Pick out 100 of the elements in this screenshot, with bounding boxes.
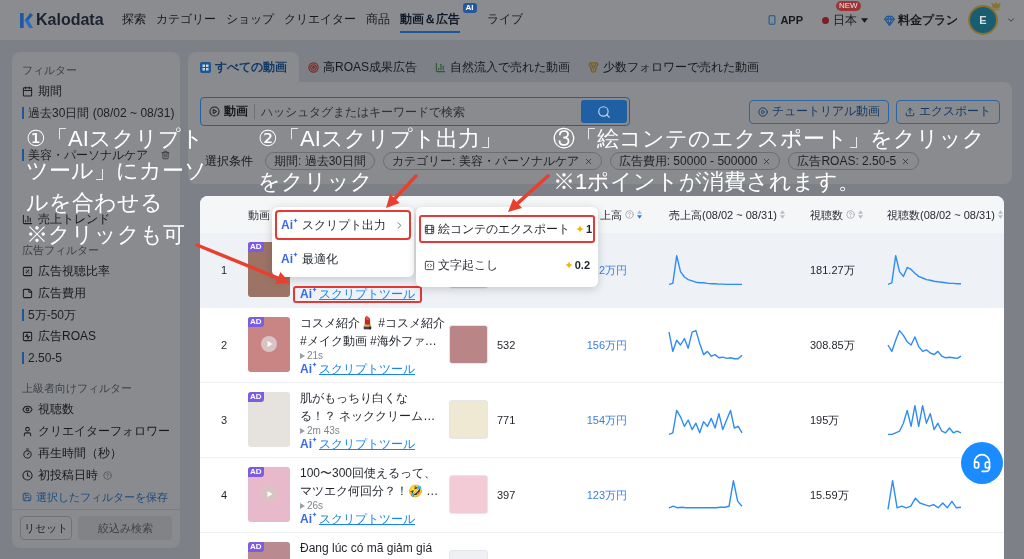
sales-amount: 156万円: [586, 339, 627, 351]
reset-button[interactable]: リセット: [20, 516, 72, 540]
play-icon: [300, 502, 305, 509]
search-icon: [597, 104, 611, 119]
column-header[interactable]: 売上高(08/02 ~ 08/31): [669, 208, 777, 221]
bar-chart-icon: [435, 61, 446, 73]
script-tool-link[interactable]: Ai スクリプトツール: [293, 361, 422, 378]
ai-mark: Ai: [300, 513, 312, 526]
video-thumbnail-placeholder[interactable]: AD: [248, 392, 290, 447]
video-duration: 21s: [307, 350, 324, 361]
video-title[interactable]: 100〜300回使えるって、 マツエク何回分？！🤣 …: [300, 464, 446, 500]
column-header[interactable]: 視聴数(08/02 ~ 08/31): [887, 208, 995, 221]
video-thumbnail-placeholder[interactable]: AD: [248, 542, 290, 559]
chevron-down-icon[interactable]: [1006, 15, 1016, 25]
column-header[interactable]: 視聴数: [810, 208, 843, 221]
filter-label[interactable]: 期間: [38, 85, 62, 97]
filter-label[interactable]: 売上トレンド: [38, 213, 110, 225]
nav-link[interactable]: カテゴリー: [155, 7, 216, 33]
tutorial-video-button[interactable]: チュートリアル動画: [749, 99, 889, 124]
region-selector[interactable]: 日本: [822, 13, 868, 27]
sort-icon[interactable]: [779, 210, 785, 219]
nav-link[interactable]: ショップ: [225, 7, 274, 33]
play-icon: [300, 352, 305, 359]
view-count: 308.85万: [810, 339, 855, 351]
sort-icon[interactable]: [637, 210, 642, 219]
video-duration: 2m 43s: [307, 425, 340, 436]
filter-label[interactable]: 広告視聴比率: [38, 265, 110, 277]
menu-item[interactable]: 文字起こし 0.2: [419, 251, 595, 279]
annotation-text: ルを合わせる: [26, 193, 163, 213]
annotation-note: ※クリックも可: [26, 225, 185, 245]
video-title[interactable]: コスメ紹介💄 #コスメ紹介 #メイク動画 #海外ファ…: [300, 314, 446, 350]
nav-link[interactable]: 商品: [365, 7, 390, 33]
ai-mark: Ai: [281, 252, 293, 266]
close-icon[interactable]: [762, 156, 772, 166]
filter-label[interactable]: 広告ROAS: [38, 330, 96, 342]
filter-label[interactable]: 再生時間（秒）: [38, 447, 122, 459]
filter-label[interactable]: 広告費用: [38, 287, 86, 299]
pointer-arrow: [506, 174, 550, 214]
play-button-icon[interactable]: [261, 336, 277, 352]
annotation-text: ①「AIスクリプト: [26, 129, 204, 149]
logo-text: Kalodata: [36, 11, 104, 29]
tab[interactable]: 自然流入で売れた動画: [426, 52, 579, 82]
tab[interactable]: 高ROAS成果広告: [299, 52, 426, 82]
video-title[interactable]: Đang lúc có mã giảm giá: [300, 539, 446, 559]
menu-item[interactable]: 絵コンテのエクスポート 1: [419, 215, 595, 243]
tab[interactable]: すべての動画: [188, 52, 299, 82]
row-index: 1: [220, 264, 228, 276]
nav-link[interactable]: ライブ: [486, 7, 523, 33]
script-tool-link[interactable]: Ai スクリプトツール: [293, 436, 422, 453]
ai-mark: Ai: [281, 218, 293, 232]
play-button-icon[interactable]: [261, 486, 277, 502]
play-circle-icon: [209, 106, 220, 117]
film-strip-icon: [424, 223, 435, 235]
sort-icon[interactable]: [997, 210, 1003, 219]
annotation-text: ③「絵コンテのエクスポート」をクリック: [553, 129, 985, 149]
user-icon: [22, 425, 33, 437]
filter-label[interactable]: 視聴数: [38, 403, 74, 415]
filter-label[interactable]: クリエイターフォロワー: [38, 425, 170, 437]
nav-link[interactable]: 探索: [121, 7, 146, 33]
ai-mark: Ai: [300, 438, 312, 451]
trash-icon[interactable]: [161, 150, 170, 160]
medal-icon: [588, 61, 599, 73]
filter-value: 美容・パーソナルケア: [22, 149, 148, 161]
activity-chart-icon: [22, 330, 33, 342]
sold-count: 532: [497, 339, 516, 351]
filter-value: 2.50-5: [22, 351, 63, 364]
pricing-link[interactable]: 料金プラン: [884, 13, 958, 27]
video-title[interactable]: 肌がもっちり白くな る！？ ネッククリーム…: [300, 389, 446, 425]
video-thumbnail-placeholder[interactable]: AD: [248, 317, 290, 372]
save-filters-link[interactable]: 選択したフィルターを保存: [22, 490, 170, 504]
menu-item[interactable]: Ai スクリプト出力: [275, 210, 411, 240]
sort-icon[interactable]: [858, 210, 863, 219]
sparkle-icon: [293, 217, 298, 223]
search-field[interactable]: 動画 ハッシュタグまたはキーワードで検索: [200, 97, 630, 126]
nav-link[interactable]: クリエイター: [283, 7, 356, 33]
product-photo-placeholder[interactable]: [449, 325, 488, 364]
search-input[interactable]: ハッシュタグまたはキーワードで検索: [261, 101, 581, 122]
close-icon[interactable]: [583, 156, 593, 166]
search-scope-label[interactable]: 動画: [224, 105, 248, 118]
view-count: 181.27万: [810, 264, 855, 276]
ad-badge: AD: [248, 467, 264, 477]
column-header[interactable]: 上高: [600, 208, 622, 221]
search-button[interactable]: [581, 100, 627, 123]
view-count: 15.59万: [810, 489, 849, 501]
nav-link[interactable]: 動画＆広告: [399, 7, 460, 33]
timer-icon: [22, 447, 33, 459]
script-tool-link[interactable]: Ai スクリプトツール: [293, 511, 422, 528]
export-button[interactable]: エクスポート: [896, 99, 1000, 124]
bar-chart-icon: [22, 213, 33, 225]
filter-section-title: 広告フィルター: [22, 244, 99, 256]
tab[interactable]: 少数フォロワーで売れた動画: [579, 52, 768, 82]
user-avatar[interactable]: E: [968, 5, 998, 35]
close-icon[interactable]: [901, 156, 911, 166]
point-cost: 1: [586, 223, 593, 235]
filter-label[interactable]: 初投稿日時: [38, 469, 98, 481]
video-thumbnail-placeholder[interactable]: AD: [248, 467, 290, 522]
sales-amount: 2万円: [598, 264, 627, 276]
script-tool-link[interactable]: Ai スクリプトツール: [293, 286, 422, 303]
point-cost: 0.2: [574, 259, 590, 271]
app-link[interactable]: APP: [767, 13, 803, 27]
